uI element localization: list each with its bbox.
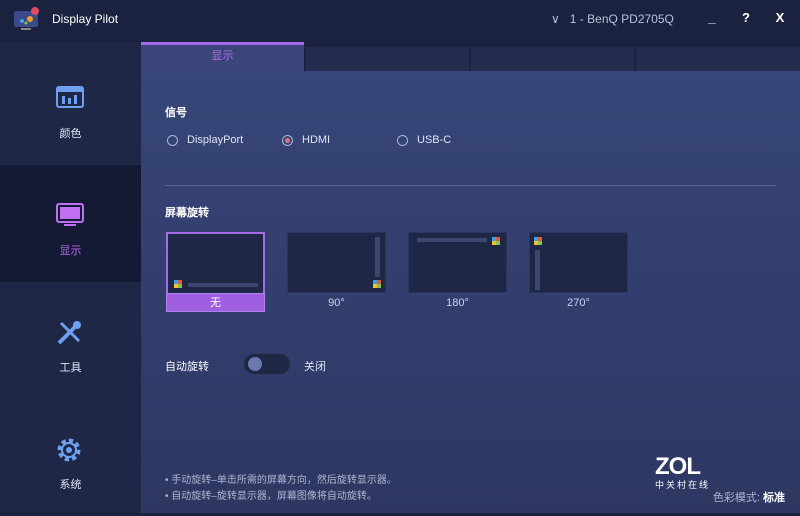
radio-usbc[interactable]: USB-C [397,134,451,146]
screen-preview [529,232,628,293]
color-mode-status: 色彩模式: 标准 [713,489,785,505]
radio-hdmi[interactable]: HDMI [282,134,330,146]
rotation-option-270[interactable]: 270° [529,232,628,309]
app-title: Display Pilot [52,12,119,26]
monitor-name: 1 - BenQ PD2705Q [569,12,674,26]
auto-rotate-label: 自动旋转 [165,361,209,373]
screen-preview [287,232,386,293]
watermark-sub: 中关村在线 [655,480,711,490]
tab-3[interactable] [471,47,634,71]
note-manual: • 手动旋转–单击所需的屏幕方向，然后旋转显示器。 [165,475,397,486]
color-chart-icon [56,86,84,108]
sidebar-item-tools[interactable]: 工具 [0,282,141,399]
rotation-heading: 屏幕旋转 [165,207,209,219]
windows-icon [534,237,542,245]
watermark-brand: ZOL [655,453,701,480]
tools-icon [57,321,81,345]
sidebar: 颜色 显示 工具 系统 [0,42,141,513]
color-mode-label: 色彩模式: [712,492,760,504]
sidebar-item-color[interactable]: 颜色 [0,48,141,165]
sidebar-item-label: 工具 [59,362,82,374]
auto-rotate-toggle[interactable] [244,354,290,374]
auto-rotate-state: 关闭 [304,361,326,373]
chevron-down-icon: ∨ [551,12,560,26]
monitor-icon [56,203,84,226]
windows-icon [174,280,182,288]
screen-preview [408,232,507,293]
sidebar-item-label: 颜色 [59,128,82,140]
tab-4[interactable] [636,47,800,71]
color-mode-value: 标准 [763,492,785,504]
radio-label: USB-C [417,134,452,146]
sidebar-item-label: 系统 [59,479,82,491]
display-panel: 显示 信号 DisplayPort HDMI USB-C 屏幕旋转 无 90° … [141,42,800,513]
sidebar-item-label: 显示 [59,245,82,257]
sidebar-item-display[interactable]: 显示 [0,165,141,282]
screen-preview [166,232,265,293]
rotation-option-none[interactable]: 无 [166,232,265,312]
title-bar: Display Pilot ∨ 1 - BenQ PD2705Q _ ? X [0,0,800,42]
gear-icon [57,438,81,462]
radio-label: DisplayPort [187,134,244,146]
watermark-logo: ZOL 中关村在线 [655,453,711,491]
radio-displayport[interactable]: DisplayPort [167,134,243,146]
windows-icon [373,280,381,288]
signal-heading: 信号 [165,107,187,119]
radio-circle [397,134,408,146]
sidebar-item-system[interactable]: 系统 [0,399,141,516]
rotation-label: 90° [328,297,345,309]
tab-bar: 显示 [141,42,800,71]
close-button[interactable]: X [772,10,788,25]
tab-display[interactable]: 显示 [141,42,304,71]
rotation-option-180[interactable]: 180° [408,232,507,309]
radio-circle-checked [282,134,293,146]
windows-icon [492,237,500,245]
monitor-selector[interactable]: ∨ 1 - BenQ PD2705Q [551,12,674,26]
note-auto: • 自动旋转–旋转显示器，屏幕图像将自动旋转。 [165,491,377,502]
rotation-label: 270° [567,297,590,309]
tab-2[interactable] [306,47,469,71]
radio-label: HDMI [302,134,331,146]
rotation-option-90[interactable]: 90° [287,232,386,309]
rotation-label: 180° [446,297,469,309]
help-button[interactable]: ? [738,10,754,25]
app-logo-icon [14,7,39,30]
minimize-button[interactable]: _ [704,10,720,25]
toggle-knob [248,357,262,371]
rotation-label: 无 [166,293,265,312]
radio-circle [167,134,178,146]
divider [165,185,776,186]
